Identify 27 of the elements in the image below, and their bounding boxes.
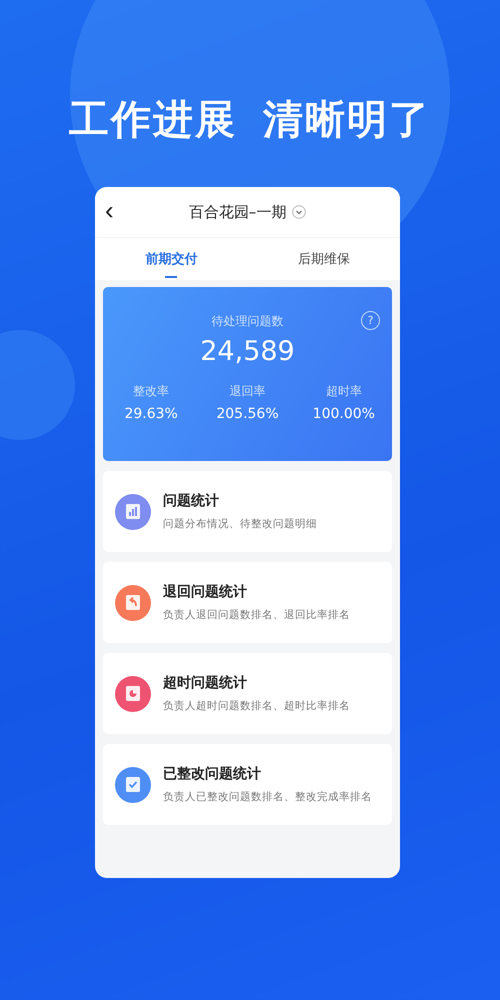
card-title: 退回问题统计: [163, 583, 248, 601]
card-subtitle: 负责人超时问题数排名、超时比率排名: [163, 699, 350, 713]
report-card[interactable]: 问题统计 问题分布情况、待整改问题明细: [103, 471, 392, 552]
project-title: 百合花园–一期: [188, 202, 286, 222]
back-button[interactable]: ‹: [101, 196, 118, 224]
card-title: 已整改问题统计: [163, 765, 262, 783]
stat-value: 100.00%: [312, 406, 375, 422]
card-subtitle: 问题分布情况、待整改问题明细: [163, 517, 317, 531]
stat-label: 退回率: [229, 383, 266, 400]
stat-label: 整改率: [133, 383, 170, 400]
pending-count: 24,589: [200, 336, 295, 367]
report-card[interactable]: 退回问题统计 负责人退回问题数排名、退回比率排名: [103, 562, 392, 643]
report-card[interactable]: 已整改问题统计 负责人已整改问题数排名、整改完成率排名: [103, 744, 392, 825]
stat-value: 29.63%: [124, 406, 178, 422]
headline: 工作进展: [69, 96, 237, 145]
tab[interactable]: 后期维保: [248, 238, 400, 280]
card-title: 超时问题统计: [163, 674, 248, 692]
stat-label: 超时率: [326, 383, 362, 400]
tab[interactable]: 前期交付: [95, 238, 248, 280]
card-subtitle: 负责人退回问题数排名、退回比率排名: [163, 608, 350, 622]
card-title: 问题统计: [163, 492, 220, 510]
dropdown-icon[interactable]: [292, 205, 306, 219]
report-card[interactable]: 超时问题统计 负责人超时问题数排名、超时比率排名: [103, 653, 392, 734]
headline: 清晰明了: [263, 96, 431, 145]
pending-label: 待处理问题数: [212, 313, 284, 330]
card-subtitle: 负责人已整改问题数排名、整改完成率排名: [163, 790, 372, 804]
stat-value: 205.56%: [216, 406, 279, 422]
